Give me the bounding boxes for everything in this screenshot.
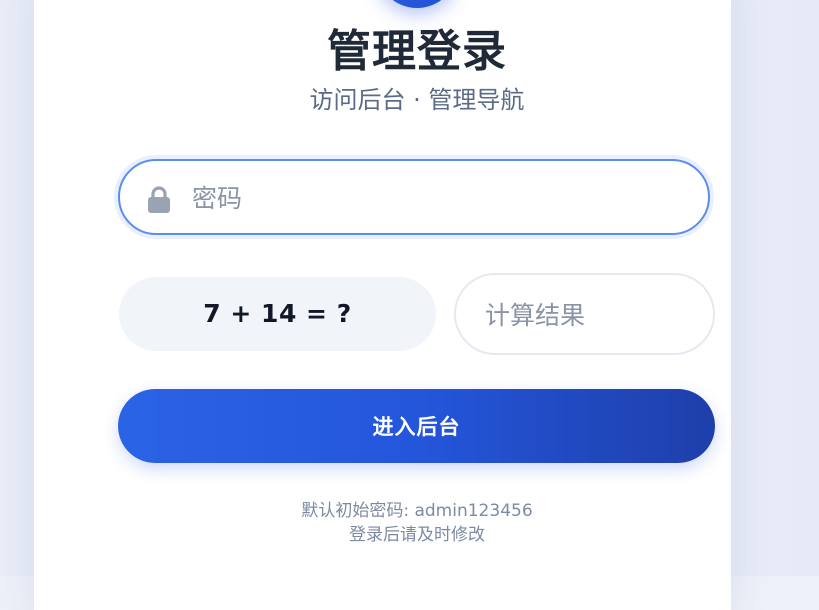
- change-password-hint: 登录后请及时修改: [349, 525, 485, 545]
- submit-button[interactable]: 进入后台: [118, 389, 715, 463]
- password-field[interactable]: [118, 159, 710, 235]
- page-subtitle: 访问后台 · 管理导航: [309, 86, 525, 114]
- password-input[interactable]: [190, 175, 694, 221]
- logo-badge: [376, 0, 458, 8]
- login-card: 管理登录 访问后台 · 管理导航 7 + 14 = ? 进入后台 默认初始密码:…: [34, 0, 731, 610]
- page-title: 管理登录: [327, 26, 507, 77]
- captcha-answer-input[interactable]: [483, 292, 697, 338]
- captcha-answer-field[interactable]: [454, 273, 715, 355]
- captcha-question: 7 + 14 = ?: [119, 277, 436, 351]
- default-password-hint: 默认初始密码: admin123456: [301, 501, 533, 521]
- lock-icon: [148, 186, 170, 213]
